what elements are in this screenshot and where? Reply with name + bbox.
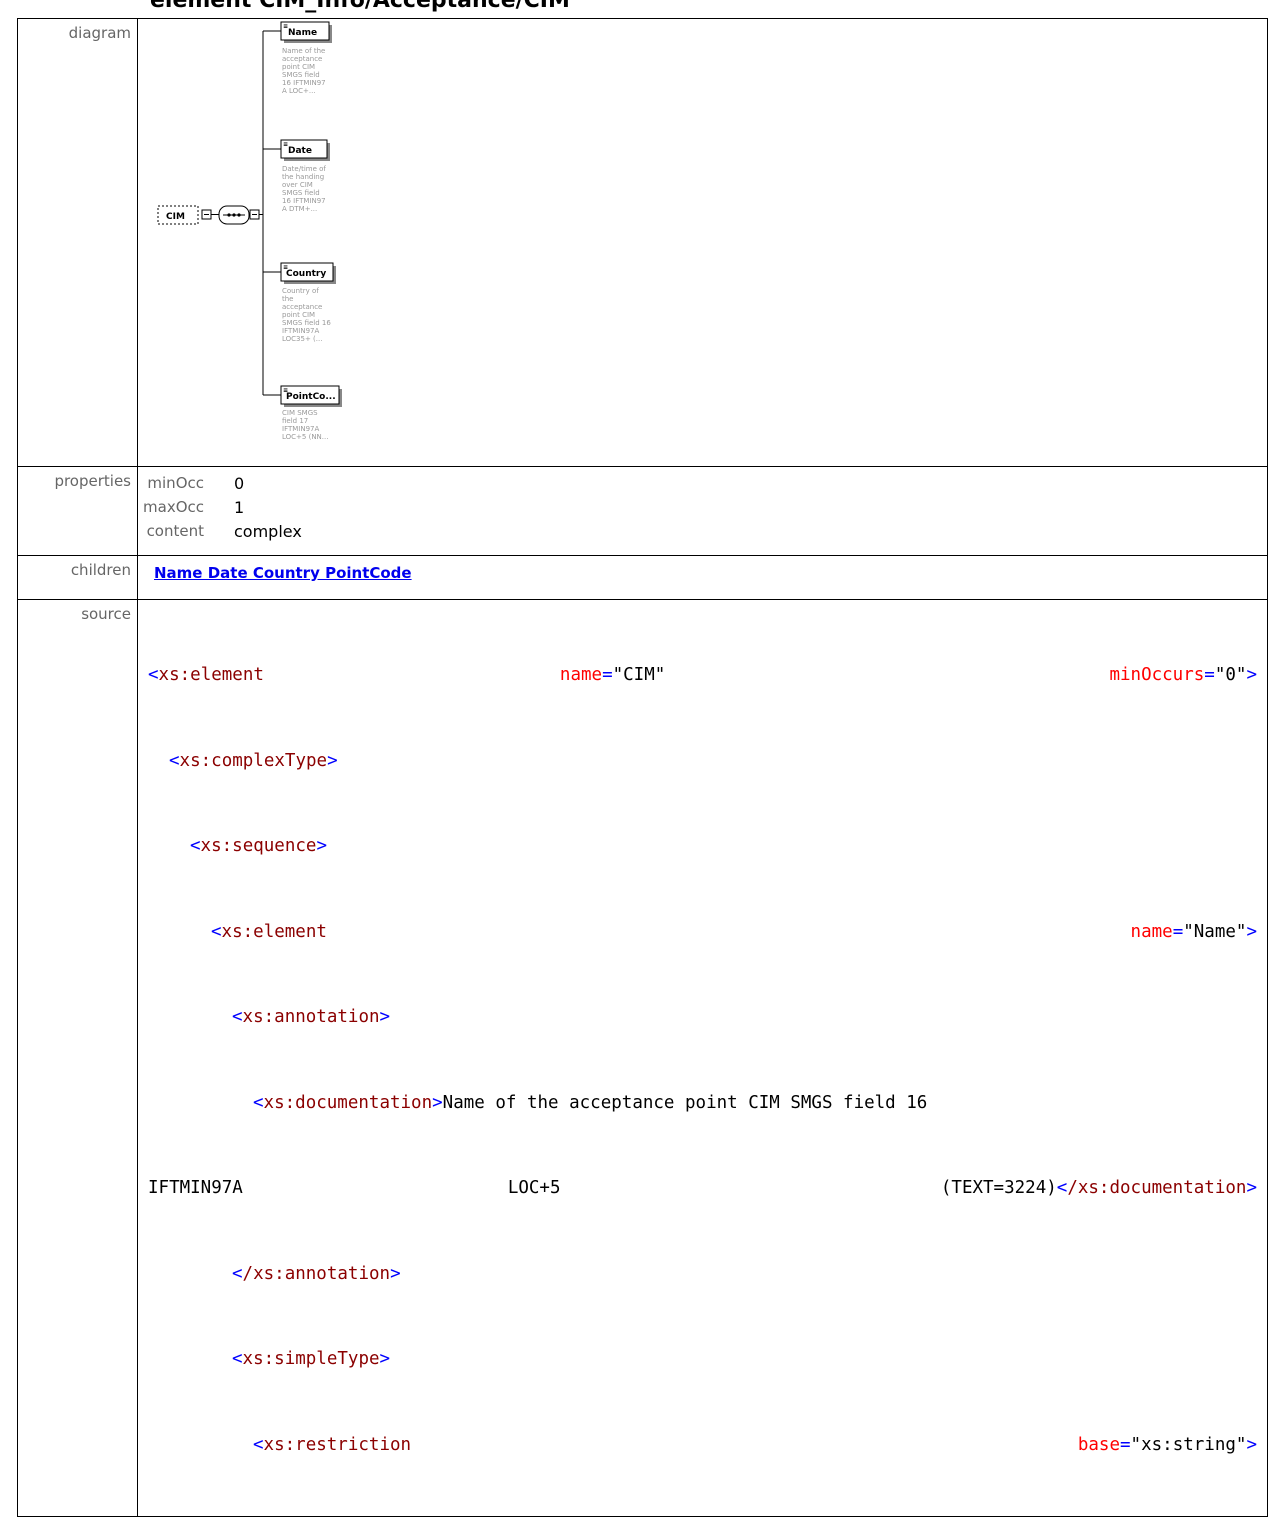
source-line: IFTMIN97A LOC+5 (TEXT=3224) </xs:document… — [148, 1178, 1257, 1198]
properties-list: minOcc 0 maxOcc 1 content complex — [138, 467, 1267, 543]
source-code: < xs:element name = "CIM" minOccurs = "0" > < x… — [138, 600, 1267, 1516]
prop-value: complex — [234, 521, 302, 541]
source-line: < xs:element name = "Name" > — [211, 921, 1257, 942]
source-label: source — [17, 599, 138, 1517]
pointcode-node-doc: CIM SMGS field 17 IFTMIN97A LOC+5 (NN... — [282, 409, 329, 441]
page-title: element CIM_Info/Acceptance/CIM — [150, 0, 570, 13]
children-links[interactable]: Name Date Country PointCode — [154, 564, 412, 582]
country-node-doc: Country of the acceptance point CIM SMGS… — [282, 287, 331, 343]
date-node-doc: Date/time of the handing over CIM SMGS f… — [282, 165, 326, 213]
source-line: < xs:documentation > Name of the acceptance… — [253, 1092, 928, 1113]
prop-row: minOcc 0 — [138, 471, 1267, 495]
source-line: < xs:element name = "CIM" minOccurs = "0" > — [148, 665, 1257, 685]
properties-label: properties — [17, 466, 138, 556]
source-line: </xs:annotation > — [232, 1263, 401, 1284]
pointcode-node-label: PointCo... — [286, 392, 336, 402]
children-label: children — [17, 555, 138, 600]
prop-row: maxOcc 1 — [138, 495, 1267, 519]
prop-value: 0 — [234, 473, 245, 493]
prop-row: content complex — [138, 519, 1267, 543]
source-line: < xs:simpleType > — [232, 1349, 391, 1369]
element-doc-table: diagram CIM ≡ Name ≡ Date ≡ Country ≡ Po… — [17, 18, 1268, 1517]
source-line: < xs:annotation > — [232, 1007, 391, 1027]
source-line: < xs:sequence > — [190, 836, 327, 856]
date-node-label: Date — [288, 146, 312, 156]
prop-value: 1 — [234, 497, 245, 517]
diagram-cell: CIM ≡ Name ≡ Date ≡ Country ≡ PointCo...… — [137, 18, 1268, 467]
diagram-label: diagram — [17, 18, 138, 467]
properties-cell: minOcc 0 maxOcc 1 content complex — [137, 466, 1268, 556]
prop-key: maxOcc — [143, 498, 204, 516]
country-node-label: Country — [286, 269, 326, 279]
source-line: < xs:complexType > — [169, 750, 338, 771]
children-cell: Name Date Country PointCode — [137, 555, 1268, 600]
cim-node-label: CIM — [166, 212, 185, 222]
source-line: < xs:restriction base = "xs:string" > — [253, 1434, 1257, 1455]
name-node-label: Name — [288, 28, 317, 38]
prop-key: content — [146, 522, 204, 540]
prop-key: minOcc — [147, 474, 204, 492]
source-cell: < xs:element name = "CIM" minOccurs = "0" > < x… — [137, 599, 1268, 1517]
schema-diagram: CIM ≡ Name ≡ Date ≡ Country ≡ PointCo...… — [138, 19, 1267, 461]
name-node-doc: Name of the acceptance point CIM SMGS fi… — [282, 47, 326, 95]
